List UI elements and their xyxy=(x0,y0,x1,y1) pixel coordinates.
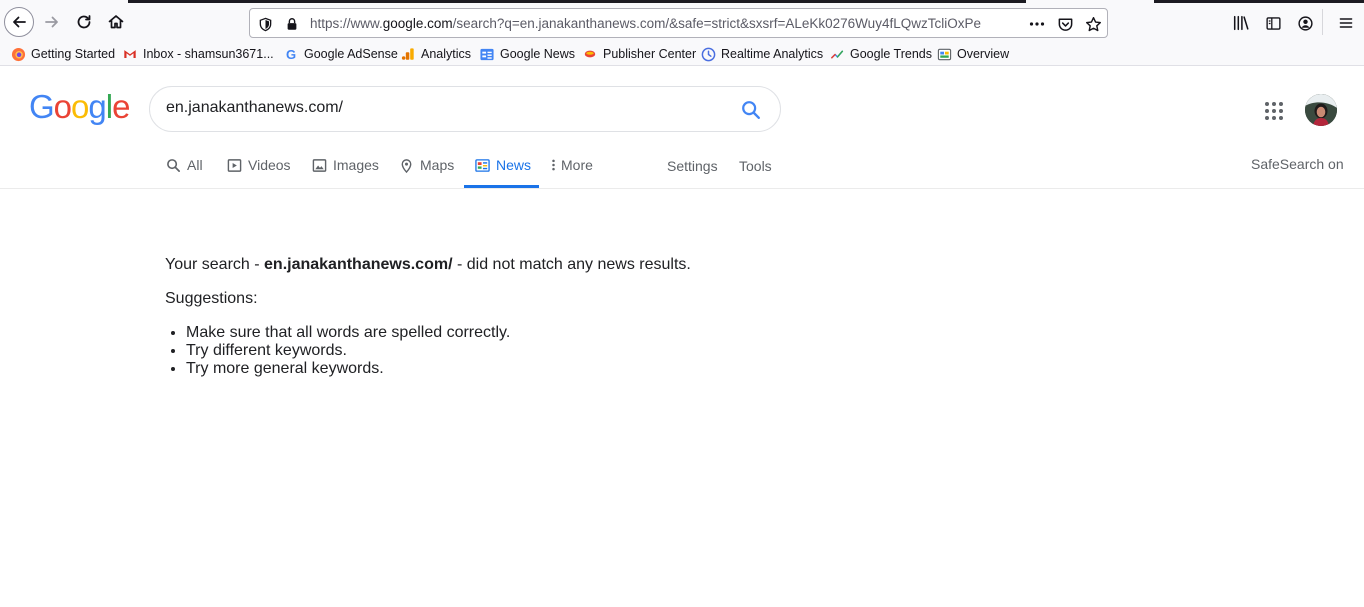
video-icon xyxy=(226,157,242,173)
bookmarks-toolbar: Getting Started Inbox - shamsun3671... G… xyxy=(0,41,1364,66)
bookmark-analytics[interactable]: Analytics xyxy=(400,46,471,62)
google-g-icon: G xyxy=(285,46,297,62)
tab-more[interactable]: More xyxy=(548,157,593,173)
google-logo[interactable]: Google xyxy=(29,88,130,126)
more-vert-icon xyxy=(548,157,558,173)
search-input[interactable] xyxy=(166,99,726,117)
reload-icon xyxy=(77,15,91,29)
map-pin-icon xyxy=(398,157,414,173)
news-icon xyxy=(474,157,490,173)
bookmark-google-trends[interactable]: Google Trends xyxy=(829,46,932,62)
suggestion-item: Try different keywords. xyxy=(186,342,865,360)
avatar[interactable] xyxy=(1305,94,1337,126)
library-icon[interactable] xyxy=(1231,13,1251,33)
toolbar-separator xyxy=(1322,9,1323,35)
arrow-left-icon xyxy=(13,16,26,28)
active-tab-indicator xyxy=(464,185,539,188)
sidebar-icon[interactable] xyxy=(1263,13,1283,33)
url-text[interactable]: https://www.google.com/search?q=en.janak… xyxy=(310,16,990,31)
browser-toolbar: https://www.google.com/search?q=en.janak… xyxy=(0,3,1364,41)
search-icon xyxy=(165,157,181,173)
suggestion-item: Try more general keywords. xyxy=(186,360,865,378)
bookmark-publisher-center[interactable]: Publisher Center xyxy=(582,46,696,62)
clock-icon xyxy=(700,46,716,62)
suggestions-list: Make sure that all words are spelled cor… xyxy=(186,324,865,378)
trends-icon xyxy=(829,46,845,62)
analytics-icon xyxy=(400,46,416,62)
google-news-icon xyxy=(479,46,495,62)
firefox-icon xyxy=(10,46,26,62)
overview-icon xyxy=(936,46,952,62)
no-results-message: Your search - en.janakanthanews.com/ - d… xyxy=(165,256,691,273)
home-button[interactable] xyxy=(101,7,131,37)
arrow-right-icon xyxy=(45,16,58,28)
bookmark-overview[interactable]: Overview xyxy=(936,46,1009,62)
shield-icon[interactable] xyxy=(256,15,274,33)
hamburger-menu-icon[interactable] xyxy=(1336,13,1356,33)
gmail-icon xyxy=(122,46,138,62)
forward-button[interactable] xyxy=(37,7,67,37)
tab-news[interactable]: News xyxy=(474,157,531,173)
bookmark-adsense[interactable]: G Google AdSense xyxy=(283,46,398,62)
lock-icon[interactable] xyxy=(283,15,301,33)
searched-query: en.janakanthanews.com/ xyxy=(264,256,453,273)
apps-grid-icon[interactable] xyxy=(1262,99,1286,123)
bookmark-google-news[interactable]: Google News xyxy=(479,46,575,62)
settings-link[interactable]: Settings xyxy=(667,158,718,174)
suggestion-item: Make sure that all words are spelled cor… xyxy=(186,324,865,342)
pocket-icon[interactable] xyxy=(1056,15,1074,33)
url-bar[interactable]: https://www.google.com/search?q=en.janak… xyxy=(249,8,1108,38)
back-button[interactable] xyxy=(4,7,34,37)
search-tabs: All Videos Images Maps News More Setting… xyxy=(0,150,1364,189)
bookmark-star-icon[interactable] xyxy=(1084,15,1102,33)
home-icon xyxy=(108,15,124,29)
bookmark-realtime-analytics[interactable]: Realtime Analytics xyxy=(700,46,823,62)
account-icon[interactable] xyxy=(1295,13,1315,33)
page-actions-icon[interactable] xyxy=(1028,15,1046,33)
reload-button[interactable] xyxy=(69,7,99,37)
suggestions-title: Suggestions: xyxy=(165,290,258,307)
results-area: Your search - en.janakanthanews.com/ - d… xyxy=(165,256,865,378)
bookmark-inbox[interactable]: Inbox - shamsun3671... xyxy=(122,46,274,62)
image-icon xyxy=(311,157,327,173)
tab-images[interactable]: Images xyxy=(311,157,379,173)
search-icon[interactable] xyxy=(740,99,762,121)
search-box[interactable] xyxy=(149,86,781,132)
bookmark-getting-started[interactable]: Getting Started xyxy=(10,46,115,62)
tab-maps[interactable]: Maps xyxy=(398,157,454,173)
tools-link[interactable]: Tools xyxy=(739,158,772,174)
tab-all[interactable]: All xyxy=(165,157,203,173)
publisher-center-icon xyxy=(582,46,598,62)
tab-videos[interactable]: Videos xyxy=(226,157,291,173)
safesearch-status[interactable]: SafeSearch on xyxy=(1251,156,1344,172)
